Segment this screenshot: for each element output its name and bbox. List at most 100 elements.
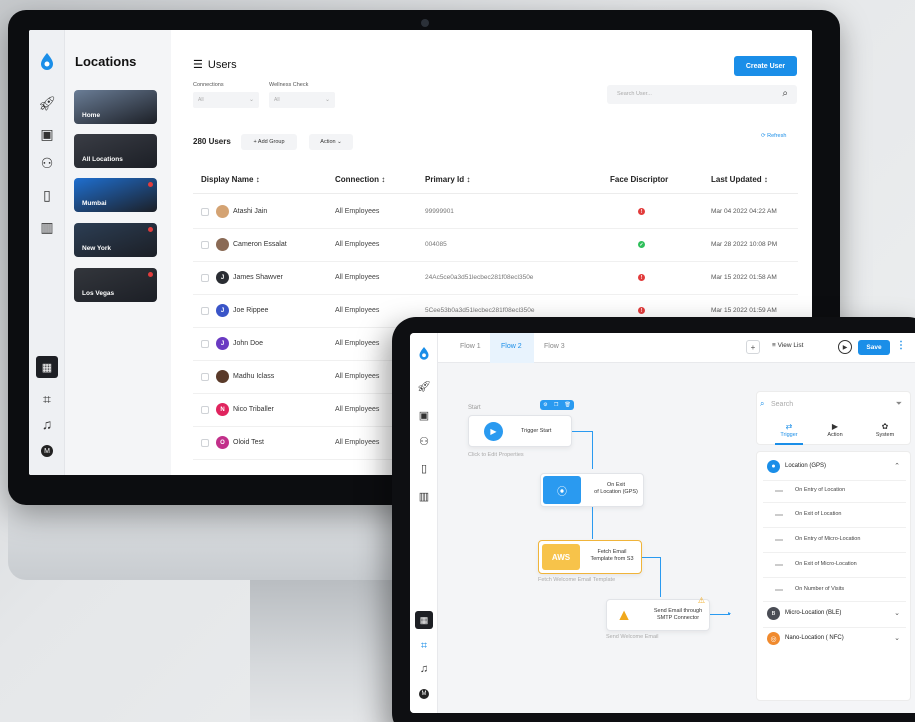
user-primary-id: 24Ac5ce0a3d51lecbec281f08ecl350e: [425, 274, 534, 281]
analytics-icon[interactable]: ▥: [417, 489, 431, 503]
column-header[interactable]: Display Name ↕: [201, 175, 260, 184]
tab-system[interactable]: ✿ System: [865, 422, 905, 438]
list-item[interactable]: On Entry of Location: [763, 482, 906, 500]
user-name[interactable]: Oloid Test: [233, 439, 264, 446]
search-icon[interactable]: ⌕: [782, 88, 788, 99]
wellness-select[interactable]: All ⌄: [269, 92, 335, 108]
tab-flow-1[interactable]: Flow 1: [460, 343, 481, 350]
node-hint: Click to Edit Properties: [468, 452, 524, 458]
bell-icon[interactable]: ♫: [417, 662, 431, 676]
avatar[interactable]: M: [419, 689, 429, 699]
column-header: Face Discriptor: [610, 175, 669, 184]
users-icon[interactable]: ⚇: [38, 154, 56, 172]
avatar: J: [216, 337, 229, 350]
rocket-icon[interactable]: 🚀︎: [38, 94, 56, 112]
location-card-new-york[interactable]: New York: [74, 223, 157, 257]
rocket-icon[interactable]: 🚀︎: [417, 379, 431, 393]
on-exit-node[interactable]: ⦿ On Exit of Location (GPS): [540, 473, 644, 507]
device-icon[interactable]: ▯: [417, 461, 431, 475]
row-checkbox[interactable]: [201, 208, 209, 216]
row-checkbox[interactable]: [201, 274, 209, 282]
add-group-button[interactable]: + Add Group: [241, 134, 297, 150]
drag-handle-icon[interactable]: [775, 514, 783, 516]
id-card-icon[interactable]: ▣: [38, 125, 56, 143]
group-micro-location-ble[interactable]: ʙ Micro-Location (BLE) ⌄: [763, 604, 906, 624]
play-icon[interactable]: ▶: [838, 340, 852, 354]
row-checkbox[interactable]: [201, 307, 209, 315]
send-email-node[interactable]: ▲ ⚠ Send Email through SMTP Connector: [606, 596, 710, 631]
drag-handle-icon[interactable]: [775, 490, 783, 492]
divider: [763, 577, 906, 578]
search-input[interactable]: Search User... ⌕: [607, 85, 797, 104]
user-name[interactable]: Nico Triballer: [233, 406, 274, 413]
tab-flow-3[interactable]: Flow 3: [544, 343, 565, 350]
drag-handle-icon[interactable]: [775, 564, 783, 566]
location-card-label: New York: [82, 245, 112, 252]
node-toolbar[interactable]: ⚙ ❐ 🗑︎: [540, 400, 574, 410]
tab-flow-2[interactable]: Flow 2: [501, 343, 522, 350]
user-name[interactable]: John Doe: [233, 340, 263, 347]
face-status-icon: !: [638, 307, 645, 314]
device-icon[interactable]: ▯: [38, 186, 56, 204]
user-name[interactable]: Joe Rippee: [233, 307, 268, 314]
location-card-los-vegas[interactable]: Los Vegas: [74, 268, 157, 302]
tab-action[interactable]: ▶ Action: [815, 422, 855, 438]
view-list-button[interactable]: ≡ View List: [772, 342, 804, 349]
refresh-link[interactable]: ⟳ Refresh: [761, 133, 786, 139]
table-row[interactable]: Cameron Essalat All Employees 004085 ✓ Mar 2…: [193, 229, 798, 262]
building-icon[interactable]: ▦: [415, 611, 433, 629]
table-row[interactable]: Atashi Jain All Employees 99999901! Mar 04 …: [193, 196, 798, 229]
fetch-email-node[interactable]: AWS Fetch Email Template from S3: [538, 540, 642, 574]
settings-icon[interactable]: ⚙: [543, 402, 547, 408]
list-item[interactable]: On Exit of Location: [763, 506, 906, 524]
list-item[interactable]: On Number of Visits: [763, 581, 906, 599]
avatar[interactable]: M: [41, 445, 53, 457]
connections-select[interactable]: All ⌄: [193, 92, 259, 108]
users-icon[interactable]: ⚇: [417, 434, 431, 448]
delete-icon[interactable]: 🗑︎: [565, 402, 571, 408]
row-checkbox[interactable]: [201, 241, 209, 249]
drag-handle-icon[interactable]: [775, 539, 783, 541]
action-dropdown[interactable]: Action ⌄: [309, 134, 353, 150]
row-checkbox[interactable]: [201, 406, 209, 414]
create-user-button[interactable]: Create User: [734, 56, 797, 76]
column-header[interactable]: Last Updated ↕: [711, 175, 768, 184]
library-search-input[interactable]: Search: [771, 401, 793, 408]
location-card-all[interactable]: All Locations: [74, 134, 157, 168]
column-header[interactable]: Primary Id ↕: [425, 175, 470, 184]
drag-handle-icon[interactable]: [775, 589, 783, 591]
user-name[interactable]: Cameron Essalat: [233, 241, 287, 248]
group-nano-location-nfc[interactable]: ◎ Nano-Location ( NFC) ⌄: [763, 629, 906, 649]
row-checkbox[interactable]: [201, 340, 209, 348]
library-search-tabs: ⌕ Search ⏷ ⇄ Trigger ▶ Action ✿ System: [756, 391, 911, 445]
bell-icon[interactable]: ♫: [38, 415, 56, 433]
user-name[interactable]: Atashi Jain: [233, 208, 267, 215]
row-checkbox[interactable]: [201, 439, 209, 447]
id-card-icon[interactable]: ▣: [417, 408, 431, 422]
list-item[interactable]: On Exit of Micro-Location: [763, 556, 906, 574]
group-location-gps[interactable]: ● Location (GPS) ⌃: [763, 457, 906, 477]
filter-icon[interactable]: ⏷: [896, 399, 902, 409]
list-item[interactable]: On Entry of Micro-Location: [763, 531, 906, 549]
row-checkbox[interactable]: [201, 373, 209, 381]
workflow-icon[interactable]: ⌗: [417, 639, 431, 653]
save-button[interactable]: Save: [858, 340, 890, 355]
building-icon[interactable]: ▦: [36, 356, 58, 378]
location-card-home[interactable]: Home: [74, 90, 157, 124]
node-title-line: SMTP Connector: [656, 615, 700, 622]
analytics-icon[interactable]: ▥: [38, 218, 56, 236]
workflow-icon[interactable]: ⌗: [38, 390, 56, 408]
column-header[interactable]: Connection ↕: [335, 175, 385, 184]
tab-trigger[interactable]: ⇄ Trigger: [769, 422, 809, 438]
copy-icon[interactable]: ❐: [554, 402, 558, 408]
more-options-icon[interactable]: ⋮: [896, 340, 906, 351]
menu-icon[interactable]: ☰: [193, 58, 203, 71]
table-row[interactable]: J James Shawver All Employees 24Ac5ce0a3d51…: [193, 262, 798, 295]
chevron-up-icon: ⌃: [894, 463, 900, 470]
location-alert-dot: [148, 227, 153, 232]
trigger-start-node[interactable]: ▶ Trigger Start: [468, 415, 572, 447]
user-name[interactable]: Madhu Iclass: [233, 373, 274, 380]
user-name[interactable]: James Shawver: [233, 274, 283, 281]
add-flow-button[interactable]: +: [746, 340, 760, 354]
location-card-mumbai[interactable]: Mumbai: [74, 178, 157, 212]
